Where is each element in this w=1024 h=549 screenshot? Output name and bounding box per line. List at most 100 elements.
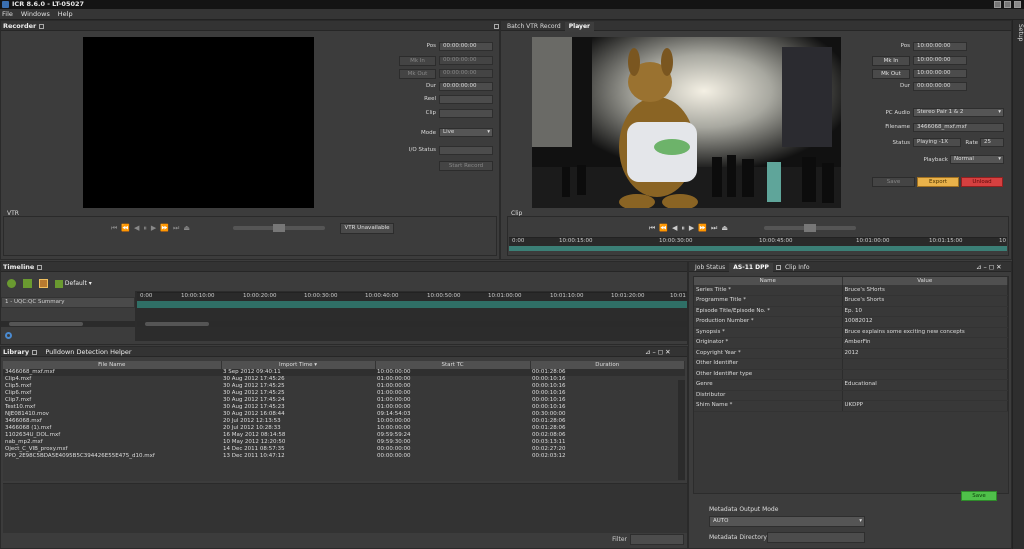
- scroll-thumb[interactable]: [9, 322, 83, 326]
- go-end-icon[interactable]: ⏭: [711, 224, 717, 233]
- maximize-button[interactable]: [1004, 1, 1011, 8]
- play-pos-field[interactable]: 10:00:00:00: [913, 42, 967, 51]
- export-button[interactable]: Export: [917, 177, 959, 187]
- col-value[interactable]: Value: [842, 277, 1008, 285]
- col-name[interactable]: Name: [694, 277, 843, 285]
- metadata-row[interactable]: Other Identifier type: [694, 369, 1008, 380]
- metadata-row[interactable]: Synopsis * Bruce explains some exciting n…: [694, 327, 1008, 338]
- table-row[interactable]: nab_mp2.mxf 10 May 2012 12:20:50 09:59:30:…: [3, 439, 685, 446]
- vtr-shuttle-slider[interactable]: [233, 224, 325, 232]
- col-start-tc[interactable]: Start TC: [375, 361, 531, 369]
- pause-icon[interactable]: ⏸: [681, 224, 685, 233]
- tab-library[interactable]: Library: [3, 348, 29, 356]
- table-row[interactable]: Test10.mxf 30 Aug 2012 17:45:23 01:00:00:0…: [3, 404, 685, 411]
- metadata-value[interactable]: 2012: [842, 348, 1008, 359]
- play-icon[interactable]: ▶: [151, 224, 156, 232]
- rec-mark-in-button[interactable]: Mk In: [399, 56, 436, 66]
- tab-pulldown-detection-helper[interactable]: Pulldown Detection Helper: [45, 348, 131, 356]
- vtr-shuttle-handle[interactable]: [273, 224, 285, 232]
- metadata-row[interactable]: Genre Educational: [694, 379, 1008, 391]
- metadata-value[interactable]: 10082012: [842, 316, 1008, 328]
- timeline-ruler[interactable]: 0:00 10:00:10:00 10:00:20:00 10:00:30:00…: [137, 292, 687, 308]
- table-row[interactable]: Clip5.mxf 30 Aug 2012 17:45:25 01:00:00:00…: [3, 383, 685, 390]
- col-file-name[interactable]: File Name: [3, 361, 222, 369]
- menu-windows[interactable]: Windows: [21, 9, 50, 20]
- playback-select[interactable]: Normal ▾: [950, 155, 1004, 164]
- player-shuttle-slider[interactable]: [764, 224, 856, 232]
- pin-icon[interactable]: [494, 24, 499, 29]
- rec-mark-out-field[interactable]: 00:00:00:00: [439, 69, 493, 78]
- restore-icon[interactable]: ◻: [989, 263, 996, 271]
- metadata-row[interactable]: Originator * AmberFin: [694, 337, 1008, 349]
- metadata-value[interactable]: Bruce's SHorts: [842, 285, 1008, 296]
- rewind-icon[interactable]: ⏪: [659, 224, 668, 232]
- table-row[interactable]: 3466068.mxf 20 Jul 2012 12:13:53 10:00:00:…: [3, 418, 685, 425]
- table-row[interactable]: PPO_2E98C5BDA5E4095B5C394426E55E475_d10.…: [3, 453, 685, 460]
- metadata-value[interactable]: Educational: [842, 379, 1008, 391]
- pc-audio-select[interactable]: Stereo Pair 1 & 2 ▾: [913, 108, 1004, 117]
- step-back-icon[interactable]: ◀: [134, 224, 139, 232]
- tab-clip-info[interactable]: Clip Info: [781, 263, 814, 273]
- zoom-icon[interactable]: [5, 332, 12, 339]
- player-save-button[interactable]: Save: [872, 177, 915, 187]
- menu-file[interactable]: File: [2, 9, 13, 20]
- vtr-status-button[interactable]: VTR Unavailable: [340, 223, 394, 234]
- metadata-row[interactable]: Episode Title/Episode No. * Ep. 10: [694, 306, 1008, 317]
- rec-dur-field[interactable]: 00:00:00:00: [439, 82, 493, 91]
- tab-job-status[interactable]: Job Status: [691, 263, 729, 273]
- rec-pos-field[interactable]: 00:00:00:00: [439, 42, 493, 51]
- eject-icon[interactable]: ⏏: [721, 224, 728, 232]
- rec-mark-out-button[interactable]: Mk Out: [399, 69, 436, 79]
- pin-icon[interactable]: [39, 23, 45, 29]
- player-shuttle-handle[interactable]: [804, 224, 816, 232]
- folder-icon[interactable]: [23, 279, 32, 288]
- metadata-row[interactable]: Other Identifier: [694, 358, 1008, 370]
- metadata-row[interactable]: Programme Title * Bruce's Shorts: [694, 295, 1008, 307]
- metadata-value[interactable]: Ep. 10: [842, 306, 1008, 317]
- menu-help[interactable]: Help: [58, 9, 73, 20]
- table-row[interactable]: 3466068_mxf.mxf 3 Sep 2012 09:40:11 10:00:…: [3, 369, 685, 376]
- metadata-value[interactable]: [842, 358, 1008, 370]
- fast-forward-icon[interactable]: ⏩: [698, 224, 707, 232]
- pause-icon[interactable]: ⏸: [143, 224, 147, 233]
- metadata-directory-field[interactable]: [767, 532, 865, 543]
- output-mode-select[interactable]: AUTO ▾: [709, 516, 865, 527]
- table-row[interactable]: NJE081410.mov 30 Aug 2012 16:08:44 09:14:5…: [3, 411, 685, 418]
- close-button[interactable]: [1014, 1, 1021, 8]
- play-mark-in-field[interactable]: 10:00:00:00: [913, 56, 967, 65]
- player-ruler[interactable]: 0:00 10:00:15:00 10:00:30:00 10:00:45:00…: [509, 237, 1007, 251]
- play-mark-in-button[interactable]: Mk In: [872, 56, 910, 66]
- library-scrollbar[interactable]: [678, 380, 685, 480]
- table-row[interactable]: Clip4.mxf 30 Aug 2012 17:45:26 01:00:00:00…: [3, 376, 685, 383]
- preset-select[interactable]: Default ▾: [55, 279, 99, 289]
- rec-clip-field[interactable]: [439, 109, 493, 118]
- table-row[interactable]: Clip7.mxf 30 Aug 2012 17:45:24 01:00:00:00…: [3, 397, 685, 404]
- pin-icon[interactable]: [37, 264, 43, 270]
- metadata-row[interactable]: Production Number * 10082012: [694, 316, 1008, 328]
- minimize-button[interactable]: [994, 1, 1001, 8]
- tab-player[interactable]: Player: [564, 22, 594, 32]
- track-label[interactable]: 1 - UQC:QC Summary: [1, 297, 135, 308]
- table-row[interactable]: 1102634U_DOL.mxf 16 May 2012 08:14:58 09:5…: [3, 432, 685, 439]
- metadata-row[interactable]: Series Title * Bruce's SHorts: [694, 285, 1008, 296]
- tab-as11-dpp[interactable]: AS-11 DPP: [729, 263, 773, 273]
- scroll-thumb[interactable]: [145, 322, 209, 326]
- timeline-scrollbar[interactable]: [137, 321, 687, 327]
- close-icon[interactable]: ✕: [996, 263, 1003, 271]
- table-row[interactable]: Oject_C_VIB_proxy.mxf 14 Dec 2011 08:57:3…: [3, 446, 685, 453]
- table-row[interactable]: Clip6.mxf 30 Aug 2012 17:45:25 01:00:00:00…: [3, 390, 685, 397]
- tab-batch-vtr-record[interactable]: Batch VTR Record: [503, 22, 565, 32]
- metadata-row[interactable]: Copyright Year * 2012: [694, 348, 1008, 359]
- metadata-row[interactable]: Distributor: [694, 390, 1008, 401]
- metadata-save-button[interactable]: Save: [961, 491, 997, 501]
- eject-icon[interactable]: ⏏: [183, 224, 190, 232]
- col-import-time[interactable]: Import Time ▾: [221, 361, 376, 369]
- metadata-value[interactable]: [842, 369, 1008, 380]
- metadata-value[interactable]: Bruce's Shorts: [842, 295, 1008, 307]
- play-mark-out-button[interactable]: Mk Out: [872, 69, 910, 79]
- track-list-scrollbar[interactable]: [1, 321, 135, 327]
- restore-icon[interactable]: ◻: [658, 348, 665, 356]
- play-icon[interactable]: ▶: [689, 224, 694, 232]
- rate-field[interactable]: 25: [980, 138, 1004, 147]
- go-start-icon[interactable]: ⏮: [111, 224, 117, 233]
